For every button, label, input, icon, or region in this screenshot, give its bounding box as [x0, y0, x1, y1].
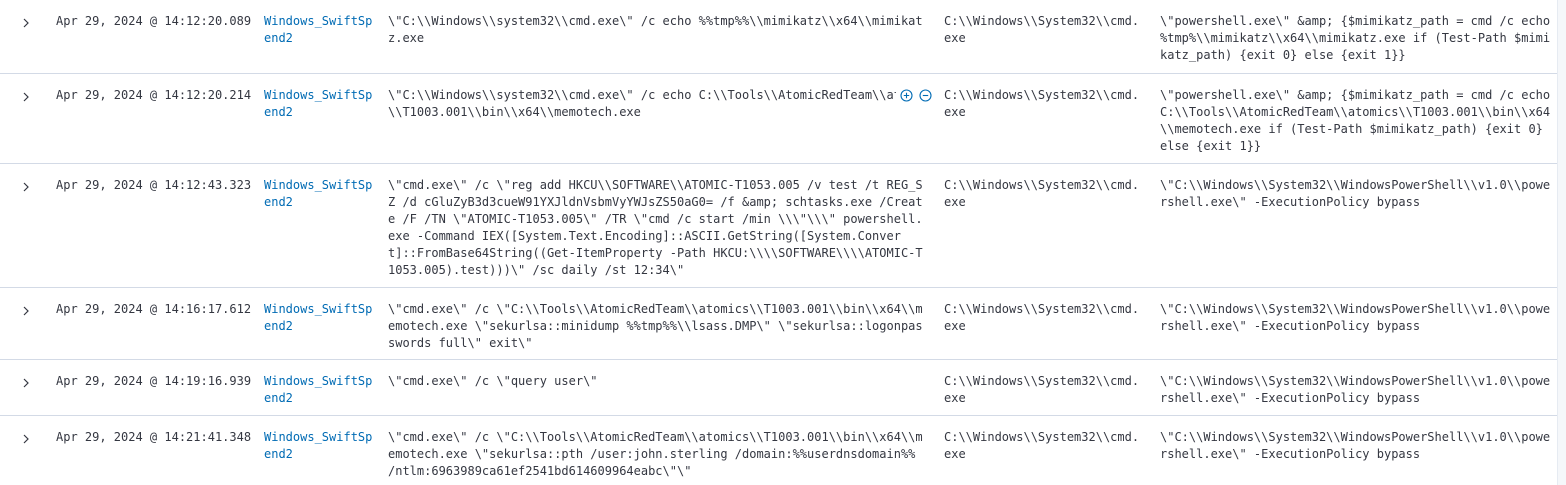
chevron-right-icon[interactable] — [20, 17, 32, 29]
table-row[interactable]: Apr 29, 2024 @ 14:12:20.089 Windows_Swif… — [0, 0, 1558, 74]
executable-cell: C:\\Windows\\System32\\cmd.exe — [944, 302, 1140, 333]
host-name-link[interactable]: Windows_SwiftSpend2 — [264, 177, 376, 211]
table-row[interactable]: Apr 29, 2024 @ 14:12:43.323 Windows_Swif… — [0, 164, 1558, 288]
timestamp-cell: Apr 29, 2024 @ 14:19:16.939 — [56, 374, 252, 388]
host-name-link[interactable]: Windows_SwiftSpend2 — [264, 301, 376, 335]
host-name-link[interactable]: Windows_SwiftSpend2 — [264, 87, 376, 121]
parent-command-line-cell: \"C:\\Windows\\System32\\WindowsPowerShe… — [1160, 430, 1551, 461]
timestamp-cell: Apr 29, 2024 @ 14:16:17.612 — [56, 302, 252, 316]
chevron-right-icon[interactable] — [20, 91, 32, 103]
table-row[interactable]: Apr 29, 2024 @ 14:12:20.214 Windows_Swif… — [0, 74, 1558, 164]
host-name-link[interactable]: Windows_SwiftSpend2 — [264, 429, 376, 463]
command-line-cell: \"C:\\Windows\\system32\\cmd.exe\" /c ec… — [388, 88, 901, 119]
host-name-link[interactable]: Windows_SwiftSpend2 — [264, 13, 376, 47]
timestamp-cell: Apr 29, 2024 @ 14:12:43.323 — [56, 178, 252, 192]
executable-cell: C:\\Windows\\System32\\cmd.exe — [944, 14, 1140, 45]
chevron-right-icon[interactable] — [20, 305, 32, 317]
command-line-cell: \"cmd.exe\" /c \"C:\\Tools\\AtomicRedTea… — [388, 430, 923, 478]
command-line-cell: \"cmd.exe\" /c \"query user\" — [388, 374, 598, 388]
scrollbar-track[interactable] — [1557, 0, 1566, 485]
chevron-right-icon[interactable] — [20, 433, 32, 445]
parent-command-line-cell: \"C:\\Windows\\System32\\WindowsPowerShe… — [1160, 178, 1551, 209]
command-line-cell: \"cmd.exe\" /c \"reg add HKCU\\SOFTWARE\… — [388, 178, 923, 277]
executable-cell: C:\\Windows\\System32\\cmd.exe — [944, 178, 1140, 209]
executable-cell: C:\\Windows\\System32\\cmd.exe — [944, 374, 1140, 405]
timestamp-cell: Apr 29, 2024 @ 14:21:41.348 — [56, 430, 252, 444]
parent-command-line-cell: \"powershell.exe\" &amp; {$mimikatz_path… — [1160, 88, 1558, 153]
executable-cell: C:\\Windows\\System32\\cmd.exe — [944, 88, 1140, 119]
timestamp-cell: Apr 29, 2024 @ 14:12:20.089 — [56, 14, 252, 28]
minus-circle-icon[interactable] — [919, 89, 932, 102]
cell-hover-actions — [896, 87, 932, 104]
table-row[interactable]: Apr 29, 2024 @ 14:21:41.348 Windows_Swif… — [0, 416, 1558, 485]
chevron-right-icon[interactable] — [20, 181, 32, 193]
executable-cell: C:\\Windows\\System32\\cmd.exe — [944, 430, 1140, 461]
chevron-right-icon[interactable] — [20, 377, 32, 389]
parent-command-line-cell: \"powershell.exe\" &amp; {$mimikatz_path… — [1160, 14, 1558, 62]
events-table: Apr 29, 2024 @ 14:12:20.089 Windows_Swif… — [0, 0, 1566, 485]
command-line-cell: \"cmd.exe\" /c \"C:\\Tools\\AtomicRedTea… — [388, 302, 923, 350]
plus-circle-icon[interactable] — [900, 89, 913, 102]
parent-command-line-cell: \"C:\\Windows\\System32\\WindowsPowerShe… — [1160, 374, 1551, 405]
table-row[interactable]: Apr 29, 2024 @ 14:19:16.939 Windows_Swif… — [0, 360, 1558, 416]
command-line-cell: \"C:\\Windows\\system32\\cmd.exe\" /c ec… — [388, 14, 923, 45]
timestamp-cell: Apr 29, 2024 @ 14:12:20.214 — [56, 88, 252, 102]
table-row[interactable]: Apr 29, 2024 @ 14:16:17.612 Windows_Swif… — [0, 288, 1558, 360]
parent-command-line-cell: \"C:\\Windows\\System32\\WindowsPowerShe… — [1160, 302, 1551, 333]
host-name-link[interactable]: Windows_SwiftSpend2 — [264, 373, 376, 407]
